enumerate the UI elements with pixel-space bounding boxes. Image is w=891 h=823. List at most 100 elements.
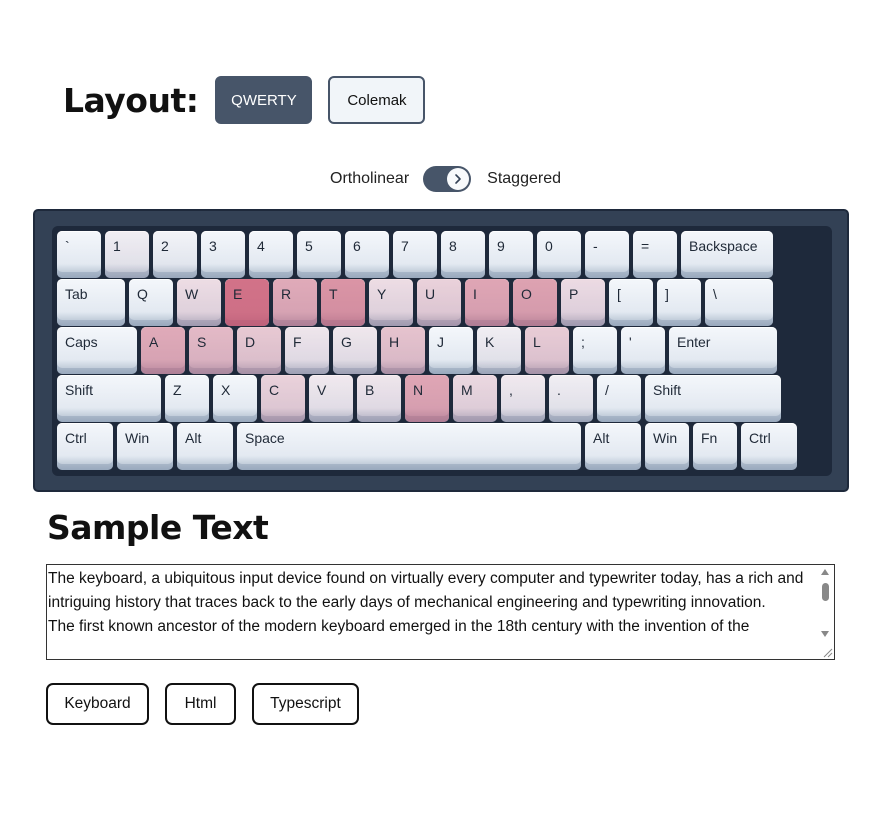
qwerty-layout-button[interactable]: QWERTY [215,76,313,124]
key-n[interactable]: N [405,375,449,422]
key-label: 3 [209,238,217,254]
tag-html[interactable]: Html [165,683,236,725]
key-e[interactable]: E [225,279,269,326]
key-symbol[interactable]: , [501,375,545,422]
key-g[interactable]: G [333,327,377,374]
key-c[interactable]: C [261,375,305,422]
key-caps[interactable]: Caps [57,327,137,374]
scrollbar-thumb[interactable] [822,583,829,601]
key-symbol[interactable]: [ [609,279,653,326]
key-shift[interactable]: Shift [645,375,781,422]
key-shift[interactable]: Shift [57,375,161,422]
keyboard-style-toggle-row: Ortholinear Staggered [0,166,891,192]
tag-typescript[interactable]: Typescript [252,683,359,725]
chevron-right-icon [455,174,461,184]
key-a[interactable]: A [141,327,185,374]
key-5[interactable]: 5 [297,231,341,278]
key-z[interactable]: Z [165,375,209,422]
key-0[interactable]: 0 [537,231,581,278]
key-label: U [425,286,436,302]
key-heat-overlay [285,327,329,374]
key-heat-overlay [261,375,305,422]
key-symbol[interactable]: = [633,231,677,278]
key-3[interactable]: 3 [201,231,245,278]
key-1[interactable]: 1 [105,231,149,278]
key-k[interactable]: K [477,327,521,374]
key-label: Backspace [689,238,758,254]
key-label: Shift [653,382,682,398]
key-symbol[interactable]: ` [57,231,101,278]
key-enter[interactable]: Enter [669,327,777,374]
key-u[interactable]: U [417,279,461,326]
key-ctrl[interactable]: Ctrl [57,423,113,470]
key-symbol[interactable]: - [585,231,629,278]
key-h[interactable]: H [381,327,425,374]
sample-paragraph: The first known ancestor of the modern k… [48,618,750,635]
key-label: Alt [185,430,202,446]
key-l[interactable]: L [525,327,569,374]
key-v[interactable]: V [309,375,353,422]
key-m[interactable]: M [453,375,497,422]
key-alt[interactable]: Alt [585,423,641,470]
key-label: R [281,286,292,302]
scroll-down-arrow-icon[interactable] [821,631,829,637]
key-tab[interactable]: Tab [57,279,125,326]
key-label: C [269,382,280,398]
key-label: 0 [545,238,553,254]
colemak-layout-button[interactable]: Colemak [328,76,426,124]
key-label: N [413,382,424,398]
key-symbol[interactable]: ' [621,327,665,374]
key-i[interactable]: I [465,279,509,326]
key-heat-overlay [177,279,221,326]
stagger-toggle-switch[interactable] [423,166,472,192]
key-fn[interactable]: Fn [693,423,737,470]
key-label: = [641,238,650,254]
key-q[interactable]: Q [129,279,173,326]
key-o[interactable]: O [513,279,557,326]
key-label: 8 [449,238,457,254]
key-label: 4 [257,238,265,254]
key-label: J [437,334,444,350]
key-label: P [569,286,579,302]
key-x[interactable]: X [213,375,257,422]
key-2[interactable]: 2 [153,231,197,278]
key-heat-overlay [141,327,185,374]
key-6[interactable]: 6 [345,231,389,278]
key-f[interactable]: F [285,327,329,374]
key-9[interactable]: 9 [489,231,533,278]
key-7[interactable]: 7 [393,231,437,278]
key-symbol[interactable]: ] [657,279,701,326]
key-label: Enter [677,334,711,350]
resize-grip-icon[interactable] [821,646,833,658]
key-heat-overlay [273,279,317,326]
textarea-scrollbar[interactable] [817,565,834,659]
scroll-up-arrow-icon[interactable] [821,569,829,575]
key-alt[interactable]: Alt [177,423,233,470]
key-symbol[interactable]: . [549,375,593,422]
key-heat-overlay [513,279,557,326]
key-8[interactable]: 8 [441,231,485,278]
key-symbol[interactable]: \ [705,279,773,326]
key-j[interactable]: J [429,327,473,374]
key-y[interactable]: Y [369,279,413,326]
key-backspace[interactable]: Backspace [681,231,773,278]
key-b[interactable]: B [357,375,401,422]
key-win[interactable]: Win [645,423,689,470]
key-symbol[interactable]: ; [573,327,617,374]
key-space[interactable]: Space [237,423,581,470]
sample-textarea[interactable]: The keyboard, a ubiquitous input device … [46,564,835,660]
key-p[interactable]: P [561,279,605,326]
key-symbol[interactable]: / [597,375,641,422]
key-heat-overlay [369,279,413,326]
tag-keyboard[interactable]: Keyboard [46,683,149,725]
key-4[interactable]: 4 [249,231,293,278]
key-ctrl[interactable]: Ctrl [741,423,797,470]
key-d[interactable]: D [237,327,281,374]
key-label: Ctrl [65,430,87,446]
key-s[interactable]: S [189,327,233,374]
key-t[interactable]: T [321,279,365,326]
key-r[interactable]: R [273,279,317,326]
key-w[interactable]: W [177,279,221,326]
key-win[interactable]: Win [117,423,173,470]
key-label: D [245,334,256,350]
